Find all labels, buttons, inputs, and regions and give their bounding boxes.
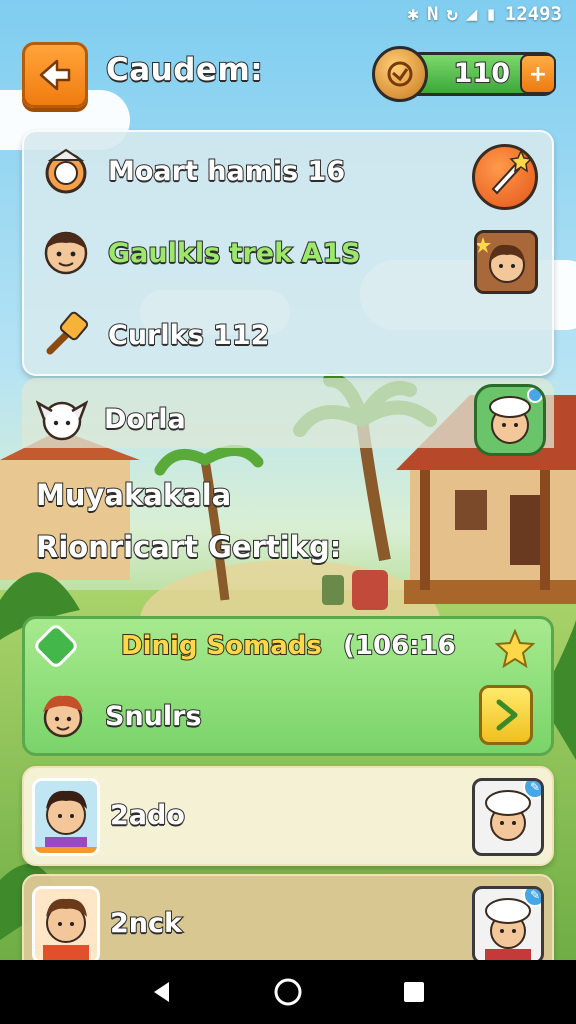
- page-title: Caudem:: [105, 51, 264, 89]
- bluetooth-icon: ✱: [407, 3, 419, 25]
- player-avatar: [32, 886, 100, 964]
- event-title: Dinig Somads: [120, 630, 323, 662]
- status-time: 12493: [504, 3, 562, 25]
- boy-avatar-icon: [38, 225, 94, 281]
- sword-icon: [491, 149, 533, 195]
- quest-row-label: Gaulkls trek A1S: [107, 237, 362, 270]
- quest-row[interactable]: Moart hamis 16: [38, 136, 538, 206]
- npc-title-line: Muyakakala: [35, 477, 232, 513]
- quest-row[interactable]: Gaulkls trek A1S: [38, 218, 538, 288]
- plus-icon: +: [528, 61, 548, 87]
- back-button[interactable]: [22, 42, 88, 108]
- quest-row-label: Curlks 112: [107, 319, 270, 352]
- event-player-row: Snulrs: [35, 681, 537, 751]
- chef-portrait[interactable]: [474, 384, 546, 456]
- viking-helmet-icon: [34, 391, 90, 447]
- add-coins-button[interactable]: +: [520, 54, 556, 94]
- list-item-name: 2nck: [109, 907, 183, 940]
- chef-avatar: ✎: [472, 886, 544, 964]
- quest-row-label: Moart hamis 16: [107, 155, 346, 188]
- nav-back-icon[interactable]: [149, 979, 175, 1005]
- alarm-icon: ↻: [446, 3, 458, 25]
- event-timer: (106:16: [342, 630, 457, 662]
- chef-avatar: ✎: [472, 778, 544, 856]
- nfc-icon: N: [426, 3, 439, 25]
- event-go-button[interactable]: [479, 685, 533, 745]
- girl-portrait[interactable]: [474, 230, 538, 294]
- hammer-icon: [38, 307, 94, 363]
- quest-panel: Moart hamis 16 Gaulkls trek A1S Curlks 1…: [22, 130, 554, 376]
- npc-row: Dorla: [34, 384, 187, 454]
- player-avatar-icon: [35, 688, 91, 744]
- system-nav-bar: [0, 960, 576, 1024]
- npc-subtitle-line: Rionricart Gertikg:: [35, 529, 342, 565]
- event-panel: Dinig Somads (106:16 Snulrs: [22, 616, 554, 756]
- signal-icon: ◢: [465, 3, 478, 25]
- coin-amount: 110: [453, 57, 511, 90]
- back-arrow-icon: [39, 59, 71, 91]
- chevron-right-icon: [496, 699, 518, 731]
- list-item[interactable]: 2ado ✎: [22, 766, 554, 866]
- nav-home-icon[interactable]: [273, 977, 303, 1007]
- coin-counter: 110 +: [372, 46, 558, 102]
- npc-name: Dorla: [103, 403, 187, 436]
- battery-icon: ▮: [485, 3, 497, 25]
- event-badge-icon: [31, 621, 81, 671]
- edit-badge-icon: ✎: [523, 781, 541, 799]
- knight-icon: [38, 143, 94, 199]
- player-avatar: [32, 778, 100, 856]
- nav-recents-icon[interactable]: [401, 979, 427, 1005]
- edit-badge-icon: ✎: [523, 889, 541, 907]
- list-item-name: 2ado: [109, 799, 186, 832]
- quest-row[interactable]: Curlks 112: [38, 300, 538, 370]
- star-icon: [495, 629, 535, 669]
- event-player-name: Snulrs: [104, 700, 203, 733]
- coin-icon: [372, 46, 428, 102]
- status-bar: ✱ N ↻ ◢ ▮ 12493: [0, 0, 576, 30]
- list-item[interactable]: 2nck ✎: [22, 874, 554, 974]
- sword-action-button[interactable]: [472, 144, 538, 210]
